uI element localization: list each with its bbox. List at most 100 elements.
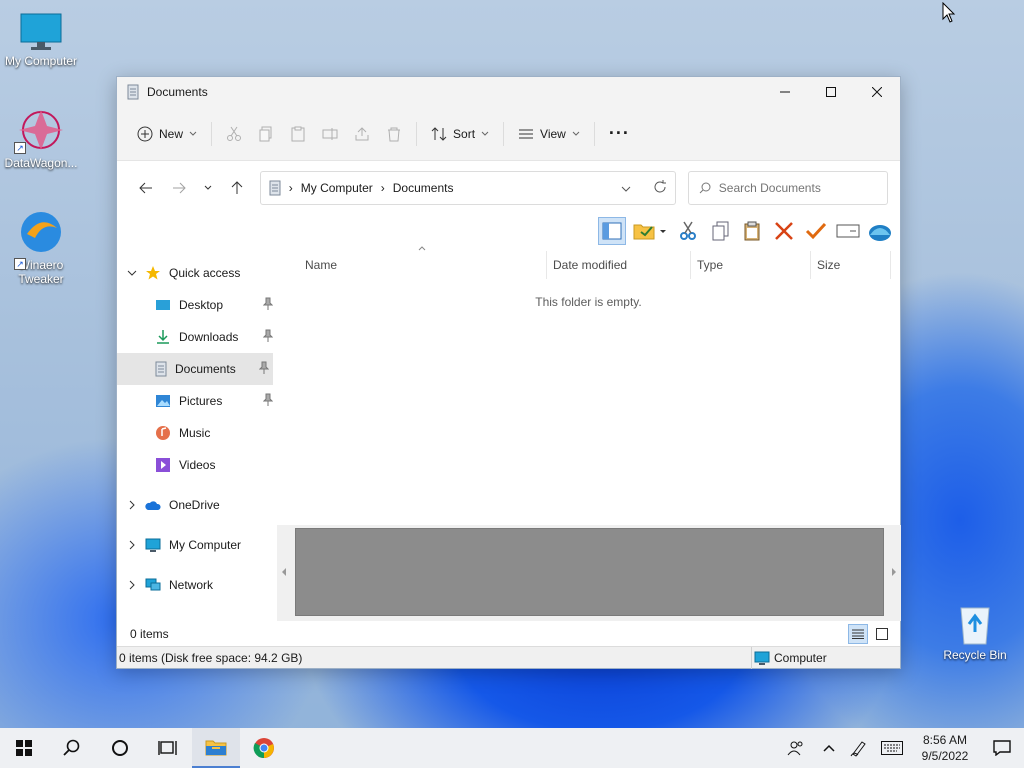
address-bar[interactable]: › My Computer › Documents [259,171,676,205]
back-button[interactable] [129,173,163,203]
legacy-cut-button[interactable] [674,217,702,245]
desktop-icon-datawagon[interactable]: ↗ DataWagon... [0,106,82,170]
cut-button[interactable] [218,118,250,150]
rename-box-icon [836,224,860,238]
sidebar-item-documents[interactable]: Documents [117,353,273,385]
sidebar-item-label: Documents [175,362,236,376]
desktop-icon-recycle-bin[interactable]: Recycle Bin [934,602,1016,662]
legacy-delete-button[interactable] [770,217,798,245]
address-dropdown-button[interactable] [621,181,631,195]
sidebar-item-pictures[interactable]: Pictures [117,385,277,417]
taskbar-chrome[interactable] [240,728,288,768]
new-label: New [159,126,184,141]
more-options-button[interactable]: ··· [601,118,638,150]
command-bar: New Sort View ··· [117,107,900,161]
new-button[interactable]: New [129,118,205,150]
status-text: 0 items (Disk free space: 94.2 GB) [119,650,303,665]
rename-button[interactable] [314,118,346,150]
minimize-button[interactable] [762,77,808,107]
taskbar-file-explorer[interactable] [192,728,240,768]
column-header-label: Name [305,258,338,272]
start-button[interactable] [0,728,48,768]
column-header-label: Size [817,258,841,272]
details-view-icon [852,629,864,639]
column-header-name[interactable]: Name [277,251,547,279]
show-hidden-icons-button[interactable] [814,728,844,768]
share-button[interactable] [346,118,378,150]
touch-keyboard-button[interactable] [874,728,910,768]
desktop-icon-my-computer[interactable]: My Computer [0,12,82,68]
search-box[interactable] [687,171,888,205]
details-view-button[interactable] [848,624,868,644]
sidebar-item-desktop[interactable]: Desktop [117,289,277,321]
sidebar-item-network[interactable]: Network [117,569,277,601]
tiles-view-button[interactable] [872,624,892,644]
chrome-icon [253,738,274,759]
delete-button[interactable] [378,118,410,150]
sidebar-item-downloads[interactable]: Downloads [117,321,277,353]
copy-button[interactable] [250,118,282,150]
preview-pane-button[interactable] [598,217,626,245]
breadcrumb-documents[interactable]: Documents [393,181,454,195]
column-header-size[interactable]: Size [811,251,891,279]
cloud-icon [145,501,161,510]
column-header-type[interactable]: Type [691,251,811,279]
sidebar-item-videos[interactable]: Videos [117,449,277,481]
refresh-icon [654,179,666,192]
legacy-rename-button[interactable] [834,217,862,245]
status-bar: 0 items (Disk free space: 94.2 GB) Compu… [117,646,900,669]
task-view-button[interactable] [144,728,192,768]
search-input[interactable] [718,181,869,195]
status-location: Computer [774,651,827,665]
clipboard-icon [744,221,760,241]
up-button[interactable] [220,173,254,203]
chevron-down-icon [189,131,197,136]
desktop-icon-winaero[interactable]: ↗ Winaero Tweaker [0,208,82,286]
view-button[interactable]: View [510,118,588,150]
desktop-icon-label: Recycle Bin [943,648,1007,662]
sidebar-item-label: Quick access [169,266,241,280]
document-icon [127,84,139,100]
paste-button[interactable] [282,118,314,150]
folder-icon [205,740,227,756]
recent-locations-button[interactable] [196,173,220,203]
taskbar: 8:56 AM 9/5/2022 [0,728,1024,768]
clock[interactable]: 8:56 AM 9/5/2022 [910,732,980,764]
keyboard-icon [881,741,903,755]
horizontal-scrollbar[interactable] [277,525,901,621]
legacy-network-button[interactable] [866,217,894,245]
toolbar-separator [593,121,595,146]
column-header-date-modified[interactable]: Date modified [547,251,691,279]
sidebar-item-my-computer[interactable]: My Computer [117,529,277,561]
sort-button[interactable]: Sort [423,118,497,150]
empty-folder-message: This folder is empty. [535,295,642,309]
legacy-copy-button[interactable] [706,217,734,245]
arrow-up-icon [231,181,243,194]
rename-icon [322,127,338,140]
sidebar-item-music[interactable]: Music [117,417,277,449]
search-button[interactable] [48,728,96,768]
breadcrumb-my-computer[interactable]: My Computer [301,181,373,195]
desktop-folder-icon [156,300,170,310]
column-header-label: Date modified [553,258,628,272]
sidebar-item-onedrive[interactable]: OneDrive [117,489,277,521]
maximize-button[interactable] [808,77,854,107]
notifications-button[interactable] [980,728,1024,768]
network-icon [145,578,161,591]
refresh-button[interactable] [653,179,667,197]
close-button[interactable] [854,77,900,107]
title-bar[interactable]: Documents [117,77,900,107]
folder-options-button[interactable] [630,217,670,245]
legacy-paste-button[interactable] [738,217,766,245]
legacy-properties-button[interactable] [802,217,830,245]
cortana-button[interactable] [96,728,144,768]
preview-pane-icon [602,222,622,240]
forward-button[interactable] [163,173,197,203]
pen-workspace-button[interactable] [844,728,874,768]
mouse-cursor-icon [942,2,956,23]
sidebar-item-quick-access[interactable]: Quick access [117,257,277,289]
people-button[interactable] [778,728,814,768]
scrollbar-thumb[interactable] [295,528,884,616]
winaero-logo-icon [21,212,61,252]
cut-icon [227,126,242,141]
